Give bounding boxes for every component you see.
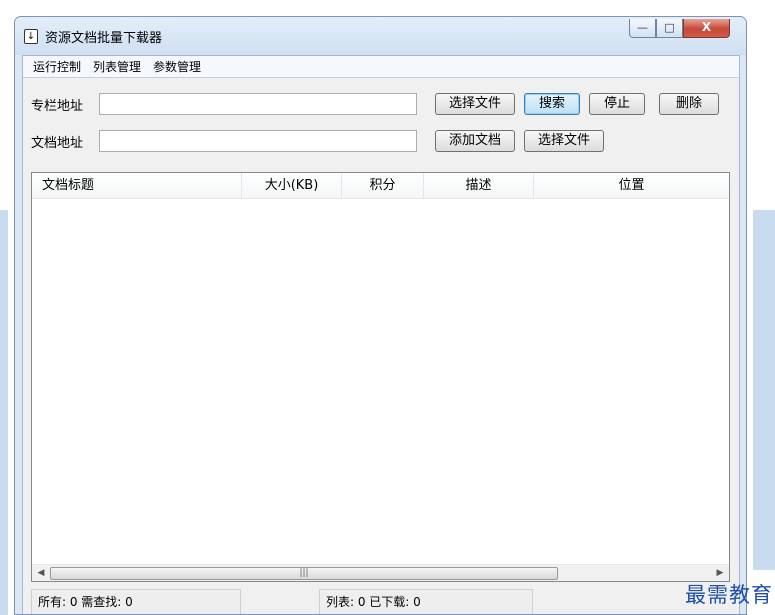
menu-list-management[interactable]: 列表管理 xyxy=(87,57,147,77)
column-header-title[interactable]: 文档标题 xyxy=(32,173,242,198)
column-header-location[interactable]: 位置 xyxy=(534,173,729,198)
doc-url-input[interactable] xyxy=(99,130,417,152)
doc-url-label: 文档地址 xyxy=(31,135,84,151)
doc-url-row: 文档地址 xyxy=(31,130,417,152)
search-button[interactable]: 搜索 xyxy=(524,93,580,115)
delete-button[interactable]: 删除 xyxy=(659,93,719,115)
horizontal-scrollbar[interactable]: ◀ ||| ▶ xyxy=(32,564,729,581)
close-button[interactable]: X xyxy=(683,19,730,38)
watermark-logo: 最需教育 xyxy=(685,583,773,607)
status-downloaded: 列表: 0 已下载: 0 xyxy=(319,589,533,614)
app-window: ↓ 资源文档批量下载器 — □ X 运行控制 列表管理 参数管理 专栏地址 选择… xyxy=(14,16,747,615)
select-file-button-1[interactable]: 选择文件 xyxy=(435,93,515,115)
column-url-input[interactable] xyxy=(99,93,417,115)
menu-bar: 运行控制 列表管理 参数管理 xyxy=(23,56,739,78)
column-header-description[interactable]: 描述 xyxy=(424,173,534,198)
scroll-left-arrow-icon[interactable]: ◀ xyxy=(34,567,48,579)
maximize-button[interactable]: □ xyxy=(656,19,683,38)
scrollbar-thumb[interactable]: ||| xyxy=(50,567,558,580)
desktop-background-left xyxy=(0,210,8,615)
status-total: 所有: 0 需查找: 0 xyxy=(31,589,241,614)
list-header: 文档标题 大小(KB) 积分 描述 位置 xyxy=(32,173,729,199)
select-file-button-2[interactable]: 选择文件 xyxy=(524,130,604,152)
menu-parameter-management[interactable]: 参数管理 xyxy=(147,57,207,77)
scroll-right-arrow-icon[interactable]: ▶ xyxy=(713,567,727,579)
column-url-row: 专栏地址 xyxy=(31,93,417,115)
minimize-button[interactable]: — xyxy=(629,19,656,38)
add-document-button[interactable]: 添加文档 xyxy=(435,130,515,152)
column-header-points[interactable]: 积分 xyxy=(342,173,424,198)
window-title: 资源文档批量下载器 xyxy=(45,31,163,46)
column-url-label: 专栏地址 xyxy=(31,98,84,114)
menu-run-control[interactable]: 运行控制 xyxy=(27,57,87,77)
client-area: 运行控制 列表管理 参数管理 专栏地址 选择文件 搜索 停止 删除 文档地址 添… xyxy=(22,55,740,614)
stop-button[interactable]: 停止 xyxy=(589,93,645,115)
column-header-size[interactable]: 大小(KB) xyxy=(242,173,342,198)
desktop-background-right xyxy=(753,210,775,570)
download-arrow-icon: ↓ xyxy=(24,29,38,44)
document-list[interactable]: 文档标题 大小(KB) 积分 描述 位置 ◀ ||| ▶ xyxy=(31,172,730,582)
title-bar[interactable]: ↓ 资源文档批量下载器 — □ X xyxy=(15,17,746,55)
